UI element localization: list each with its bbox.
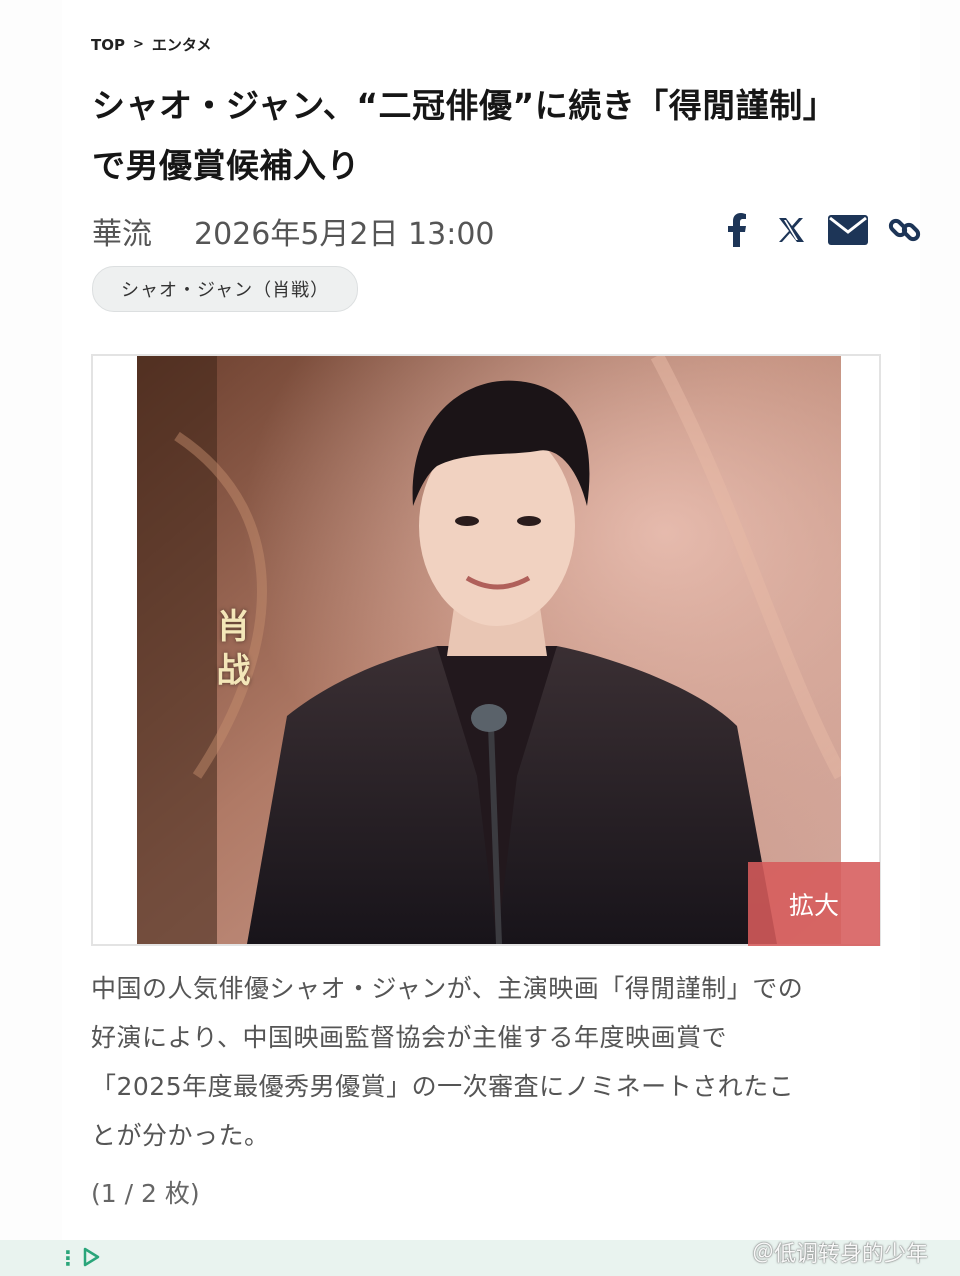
article-meta: 華流 2026年5月2日 13:00 — [92, 208, 495, 254]
more-icon[interactable]: ⋮ — [58, 1248, 78, 1268]
photo-name-overlay: 肖战 — [210, 608, 250, 696]
article-body-line-2: 好演により、中国映画監督協会が主催する年度映画賞で — [91, 1023, 728, 1052]
breadcrumb-separator: > — [132, 37, 144, 52]
article-body-line-1: 中国の人気俳優シャオ・ジャンが、主演映画「得閒謹制」での — [91, 974, 804, 1003]
zoom-button[interactable]: 拡大 — [748, 862, 880, 946]
page: TOP > エンタメ シャオ・ジャン、“二冠俳優”に続き「得閒謹制」 で男優賞候… — [0, 0, 960, 1276]
article-title-line-2: で男優賞候補入り — [92, 146, 360, 185]
image-counter: (1 / 2 枚) — [91, 1179, 200, 1208]
mail-icon[interactable] — [828, 210, 868, 250]
article-source[interactable]: 華流 — [92, 209, 152, 253]
watermark: ＠低调转身的少年 — [752, 1242, 929, 1267]
breadcrumb-home-link[interactable]: TOP — [91, 36, 125, 54]
breadcrumb: TOP > エンタメ — [91, 34, 211, 55]
play-icon[interactable] — [80, 1246, 102, 1268]
article-datetime: 2026年5月2日 13:00 — [194, 217, 495, 252]
facebook-icon[interactable] — [720, 210, 754, 250]
article-body-line-4: とが分かった。 — [91, 1121, 270, 1150]
x-icon[interactable] — [774, 210, 808, 250]
share-buttons — [720, 210, 922, 250]
article-body-line-3: 「2025年度最優秀男優賞」の一次審査にノミネートされたこ — [91, 1072, 795, 1101]
tag-chip[interactable]: シャオ・ジャン（肖戦） — [92, 266, 359, 312]
article-title: シャオ・ジャン、“二冠俳優”に続き「得閒謹制」 で男優賞候補入り — [92, 76, 872, 196]
breadcrumb-section-link[interactable]: エンタメ — [152, 34, 212, 55]
article-title-line-1: シャオ・ジャン、“二冠俳優”に続き「得閒謹制」 — [92, 86, 837, 125]
article-body: 中国の人気俳優シャオ・ジャンが、主演映画「得閒謹制」での 好演により、中国映画監… — [91, 964, 881, 1160]
link-icon[interactable] — [888, 210, 922, 250]
